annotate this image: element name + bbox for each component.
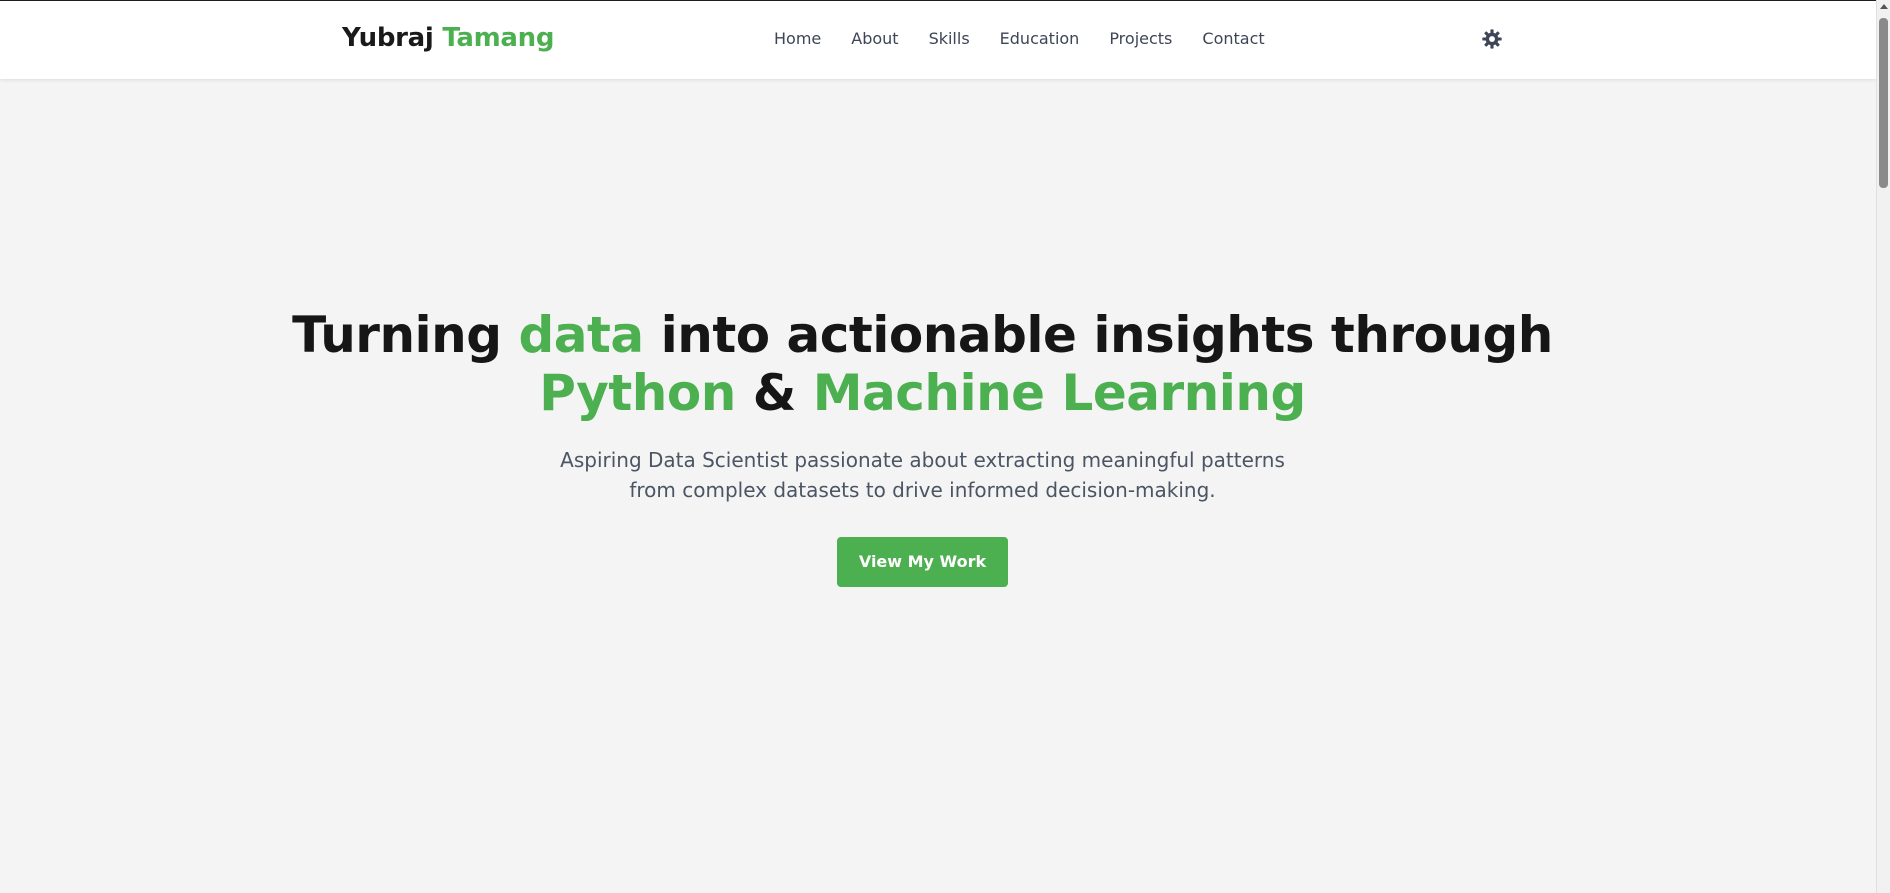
- hero-title-accent-python: Python: [539, 364, 736, 422]
- nav-projects[interactable]: Projects: [1109, 29, 1172, 48]
- nav-contact[interactable]: Contact: [1202, 29, 1264, 48]
- page: Yubraj Tamang Home About Skills Educatio…: [0, 0, 1890, 893]
- hero-subtitle: Aspiring Data Scientist passionate about…: [0, 445, 1845, 505]
- hero-section: Turning data into actionable insights th…: [0, 79, 1876, 893]
- hero-title-accent-data: data: [518, 306, 644, 364]
- hero-subtitle-line: from complex datasets to drive informed …: [629, 478, 1216, 502]
- hero-subtitle-line: Aspiring Data Scientist passionate about…: [560, 448, 1285, 472]
- site-logo[interactable]: Yubraj Tamang: [342, 23, 555, 53]
- hero-title-text: Turning: [292, 306, 519, 364]
- main-nav: Home About Skills Education Projects Con…: [774, 29, 1295, 48]
- scroll-up-arrow-icon[interactable]: [1880, 4, 1888, 9]
- hero-title-accent-ml: Machine Learning: [812, 364, 1307, 422]
- gear-icon: [1482, 29, 1502, 49]
- theme-toggle-button[interactable]: [1481, 28, 1503, 50]
- nav-about[interactable]: About: [851, 29, 898, 48]
- hero-title: Turning data into actionable insights th…: [0, 306, 1845, 422]
- vertical-scrollbar[interactable]: [1876, 0, 1890, 893]
- hero-title-text: into actionable insights through: [643, 306, 1554, 364]
- logo-last-name: Tamang: [442, 23, 555, 53]
- nav-skills[interactable]: Skills: [929, 29, 970, 48]
- nav-education[interactable]: Education: [1000, 29, 1080, 48]
- logo-first-name: Yubraj: [342, 23, 434, 53]
- nav-home[interactable]: Home: [774, 29, 821, 48]
- view-my-work-button[interactable]: View My Work: [837, 537, 1008, 587]
- hero-title-text: &: [735, 364, 813, 422]
- navbar: Yubraj Tamang Home About Skills Educatio…: [0, 1, 1876, 79]
- scrollbar-thumb[interactable]: [1879, 18, 1888, 188]
